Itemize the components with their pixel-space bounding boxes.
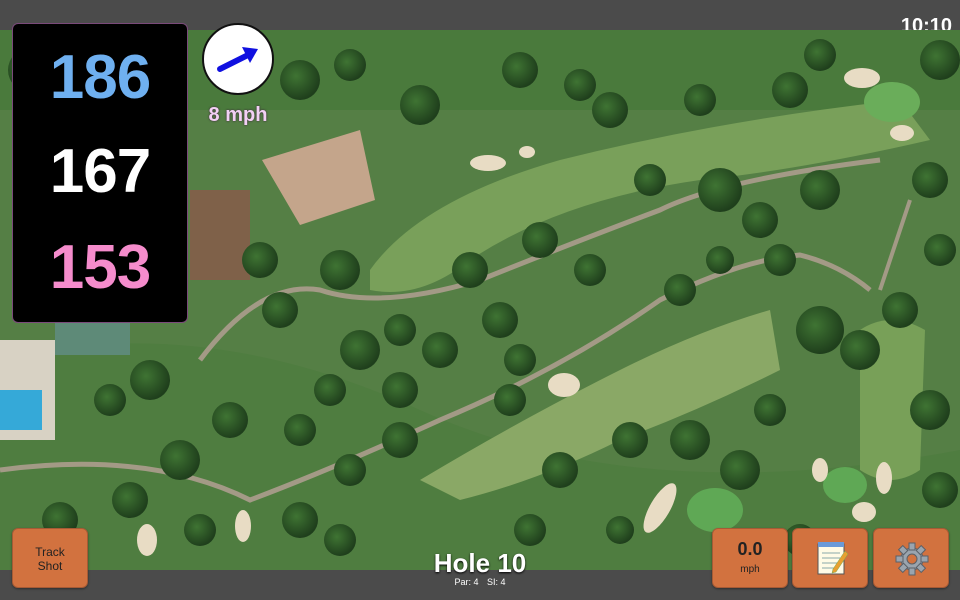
hole-info: Par: 4 SI: 4 (400, 577, 560, 587)
speed-value: 0.0 (737, 539, 763, 559)
settings-button[interactable] (873, 528, 949, 588)
speed-button[interactable]: 0.0 mph (712, 528, 788, 588)
track-shot-label-line2: Shot (37, 559, 63, 573)
track-shot-button[interactable]: Track Shot (12, 528, 88, 588)
wind-speed: 8 mph (208, 104, 268, 126)
hole-par: Par: 4 (454, 577, 479, 587)
back-distance: 186 (49, 43, 151, 112)
notes-button[interactable] (792, 528, 868, 588)
hole-title: Hole 10 (433, 548, 527, 578)
arrow-icon (217, 47, 258, 72)
front-distance: 153 (49, 233, 151, 302)
speed-unit: mph (740, 564, 760, 575)
wind-direction-indicator (202, 23, 274, 95)
hole-stroke-index: SI: 4 (487, 577, 506, 587)
track-shot-label-line1: Track (35, 545, 65, 559)
distance-panel: 186 167 153 (12, 23, 188, 323)
notepad-icon (817, 542, 849, 575)
gear-icon (895, 542, 929, 576)
middle-distance: 167 (49, 137, 151, 206)
